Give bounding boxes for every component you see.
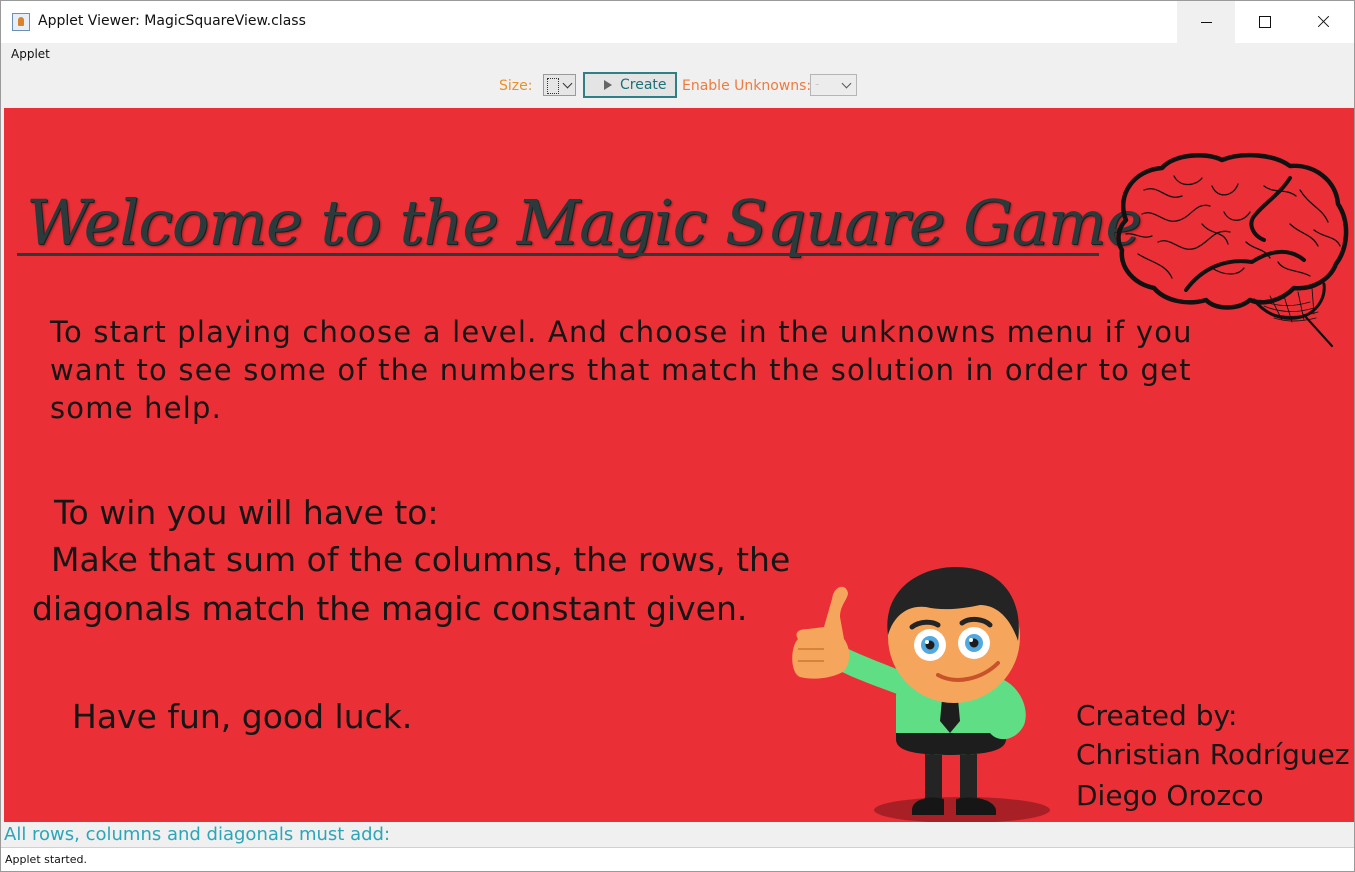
maximize-button[interactable] (1235, 1, 1293, 43)
applet-viewer-window: Applet Viewer: MagicSquareView.class App… (0, 0, 1355, 872)
create-button[interactable]: Create (583, 72, 677, 98)
have-fun-text: Have fun, good luck. (72, 697, 413, 736)
credit-author: Christian Rodríguez (1076, 738, 1350, 771)
applet-status-bar: Applet started. (1, 847, 1354, 871)
menu-applet[interactable]: Applet (11, 47, 50, 61)
win-heading: To win you will have to: (54, 493, 439, 532)
welcome-panel: Welcome to the Magic Square Game To star… (4, 108, 1354, 822)
thumbs-up-character-illustration (792, 567, 1050, 822)
welcome-title: Welcome to the Magic Square Game (26, 186, 1142, 259)
unknowns-select[interactable]: - (810, 74, 857, 96)
applet-status-text: Applet started. (5, 853, 87, 866)
instructions-text: To start playing choose a level. And cho… (50, 315, 1193, 425)
size-select[interactable] (543, 74, 576, 96)
created-by-label: Created by: (1076, 699, 1238, 732)
play-icon (604, 80, 612, 90)
create-button-label: Create (620, 77, 667, 93)
magic-constant-bar: All rows, columns and diagonals must add… (1, 822, 1354, 847)
title-bar[interactable]: Applet Viewer: MagicSquareView.class (1, 1, 1354, 43)
credit-author: Diego Orozco (1076, 779, 1264, 812)
enable-unknowns-label: Enable Unknowns: (682, 78, 812, 94)
minimize-button[interactable] (1177, 1, 1235, 43)
unknowns-value: - (815, 77, 820, 91)
toolbar: Size: Create Enable Unknowns: - (1, 65, 1354, 108)
close-button[interactable] (1294, 1, 1352, 43)
win-rule-line-1: Make that sum of the columns, the rows, … (51, 540, 791, 579)
java-icon (12, 13, 30, 31)
menu-bar: Applet (1, 43, 1354, 65)
title-underline (17, 253, 1099, 256)
size-label: Size: (499, 78, 533, 94)
chevron-down-icon (562, 78, 573, 89)
magic-constant-label: All rows, columns and diagonals must add… (4, 824, 391, 845)
size-value (547, 78, 559, 94)
win-rule-line-2: diagonals match the magic constant given… (32, 589, 748, 628)
window-title: Applet Viewer: MagicSquareView.class (38, 13, 306, 29)
chevron-down-icon (841, 78, 852, 89)
